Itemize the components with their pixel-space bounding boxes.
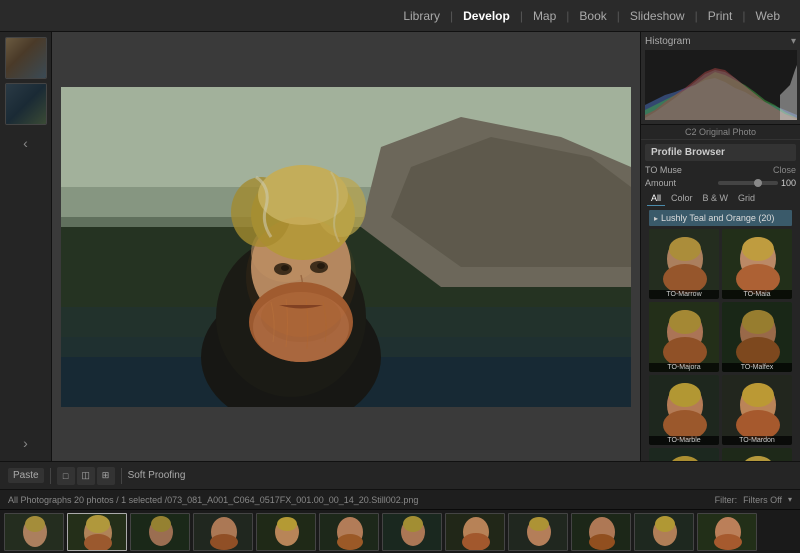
menu-item-slideshow[interactable]: Slideshow [620, 9, 695, 23]
menu-item-develop[interactable]: Develop [453, 9, 520, 23]
menu-item-library[interactable]: Library [393, 9, 450, 23]
filter-tab-grid[interactable]: Grid [734, 191, 759, 206]
preset-label-to-marrow: TO-Marrow [649, 290, 719, 299]
menu-item-web[interactable]: Web [746, 9, 790, 23]
profile-browser-header[interactable]: Profile Browser [645, 144, 796, 161]
left-panel-collapse-arrow[interactable]: ‹ [23, 135, 28, 151]
preset-thumb-to-malfex[interactable]: TO-Malfex [722, 302, 792, 372]
filter-label: Filter: [715, 495, 738, 505]
preset-thumb-to-marrow[interactable]: TO-Marrow [649, 229, 719, 299]
amount-row: Amount 100 [645, 178, 796, 188]
bottom-toolbar: Paste □ ◫ ⊞ Soft Proofing [0, 461, 800, 489]
to-muse-label: TO Muse [645, 165, 682, 175]
filter-tab-color[interactable]: Color [667, 191, 697, 206]
filmstrip-thumb-12[interactable] [697, 513, 757, 551]
histogram-arrow-icon[interactable]: ▾ [791, 36, 796, 47]
center-panel [52, 32, 640, 461]
preset-grid: TO-Marrow TO-Maia [649, 229, 792, 461]
histogram-section: Histogram ▾ [641, 32, 800, 125]
preset-thumb-to-marble[interactable]: TO-Marble [649, 375, 719, 445]
main-layout: ‹ › [0, 32, 800, 461]
survey-button[interactable]: ⊞ [97, 467, 115, 485]
view-mode-group: □ ◫ ⊞ [57, 467, 115, 485]
filter-tab-all[interactable]: All [647, 191, 665, 206]
amount-slider[interactable] [718, 181, 778, 185]
preset-label-to-marble: TO-Marble [649, 436, 719, 445]
filmstrip-thumb-6[interactable] [319, 513, 379, 551]
preset-thumb-to-maia[interactable]: TO-Maia [722, 229, 792, 299]
filmstrip-thumb-8[interactable] [445, 513, 505, 551]
preset-label-to-majora: TO-Majora [649, 363, 719, 372]
menu-item-book[interactable]: Book [569, 9, 616, 23]
filmstrip-thumb-1[interactable] [4, 513, 64, 551]
left-panel: ‹ › [0, 32, 52, 461]
preset-thumb-to-majora[interactable]: TO-Majora [649, 302, 719, 372]
preset-group-title: Lushly Teal and Orange (20) [661, 213, 787, 223]
main-photo[interactable] [61, 87, 631, 407]
to-muse-row: TO Muse Close [645, 165, 796, 175]
filmstrip-thumb-3[interactable] [130, 513, 190, 551]
status-bar: All Photographs 20 photos / 1 selected /… [0, 489, 800, 509]
preset-thumb-to-magnoa[interactable]: TO-Magnoa [722, 448, 792, 461]
soft-proofing-label: Soft Proofing [128, 470, 186, 481]
filmstrip-thumb-9[interactable] [508, 513, 568, 551]
left-thumbnail-2[interactable] [5, 83, 47, 125]
toolbar-separator-2 [121, 468, 122, 484]
preset-label-to-malfex: TO-Malfex [722, 363, 792, 372]
preset-label-to-maia: TO-Maia [722, 290, 792, 299]
preset-thumb-to-mardon[interactable]: TO-Mardon [722, 375, 792, 445]
filmstrip-thumb-11[interactable] [634, 513, 694, 551]
original-photo-label: C2 Original Photo [641, 125, 800, 140]
right-panel: Histogram ▾ [640, 32, 800, 461]
filmstrip-thumb-5[interactable] [256, 513, 316, 551]
amount-value: 100 [781, 178, 796, 188]
loupe-view-button[interactable]: □ [57, 467, 75, 485]
preset-thumb-to-mazur[interactable]: TO-Mazur [649, 448, 719, 461]
amount-slider-container: 100 [718, 178, 796, 188]
histogram-title: Histogram [645, 36, 691, 47]
left-panel-expand-arrow[interactable]: › [23, 435, 28, 451]
filter-arrow-icon[interactable]: ▾ [788, 495, 792, 504]
filmstrip [0, 509, 800, 553]
filmstrip-thumb-4[interactable] [193, 513, 253, 551]
left-thumbnail-1[interactable] [5, 37, 47, 79]
profile-browser-title: Profile Browser [651, 147, 725, 158]
top-menu-bar: Library | Develop | Map | Book | Slidesh… [0, 0, 800, 32]
menu-item-map[interactable]: Map [523, 9, 566, 23]
filter-tabs: All Color B & W Grid [645, 191, 796, 206]
preset-group-header[interactable]: ▸ Lushly Teal and Orange (20) [649, 210, 792, 226]
preset-section: ▸ Lushly Teal and Orange (20) [645, 210, 796, 461]
filmstrip-thumb-2[interactable] [67, 513, 127, 551]
filmstrip-thumb-7[interactable] [382, 513, 442, 551]
amount-slider-thumb [754, 179, 762, 187]
filter-tab-bw[interactable]: B & W [699, 191, 733, 206]
paste-button[interactable]: Paste [8, 468, 44, 483]
preset-expand-icon: ▸ [654, 214, 658, 223]
preset-label-to-mardon: TO-Mardon [722, 436, 792, 445]
status-left-text: All Photographs 20 photos / 1 selected /… [8, 495, 418, 505]
histogram-header: Histogram ▾ [645, 36, 796, 47]
toolbar-separator-1 [50, 468, 51, 484]
filmstrip-thumb-10[interactable] [571, 513, 631, 551]
photo-area [52, 32, 640, 461]
before-after-button[interactable]: ◫ [77, 467, 95, 485]
close-label[interactable]: Close [773, 165, 796, 175]
amount-label: Amount [645, 178, 676, 188]
status-right: Filter: Filters Off ▾ [715, 495, 792, 505]
profile-browser-section: Profile Browser TO Muse Close Amount 100 [641, 140, 800, 461]
filters-off-label[interactable]: Filters Off [743, 495, 782, 505]
histogram-canvas [645, 50, 797, 120]
menu-item-print[interactable]: Print [698, 9, 743, 23]
